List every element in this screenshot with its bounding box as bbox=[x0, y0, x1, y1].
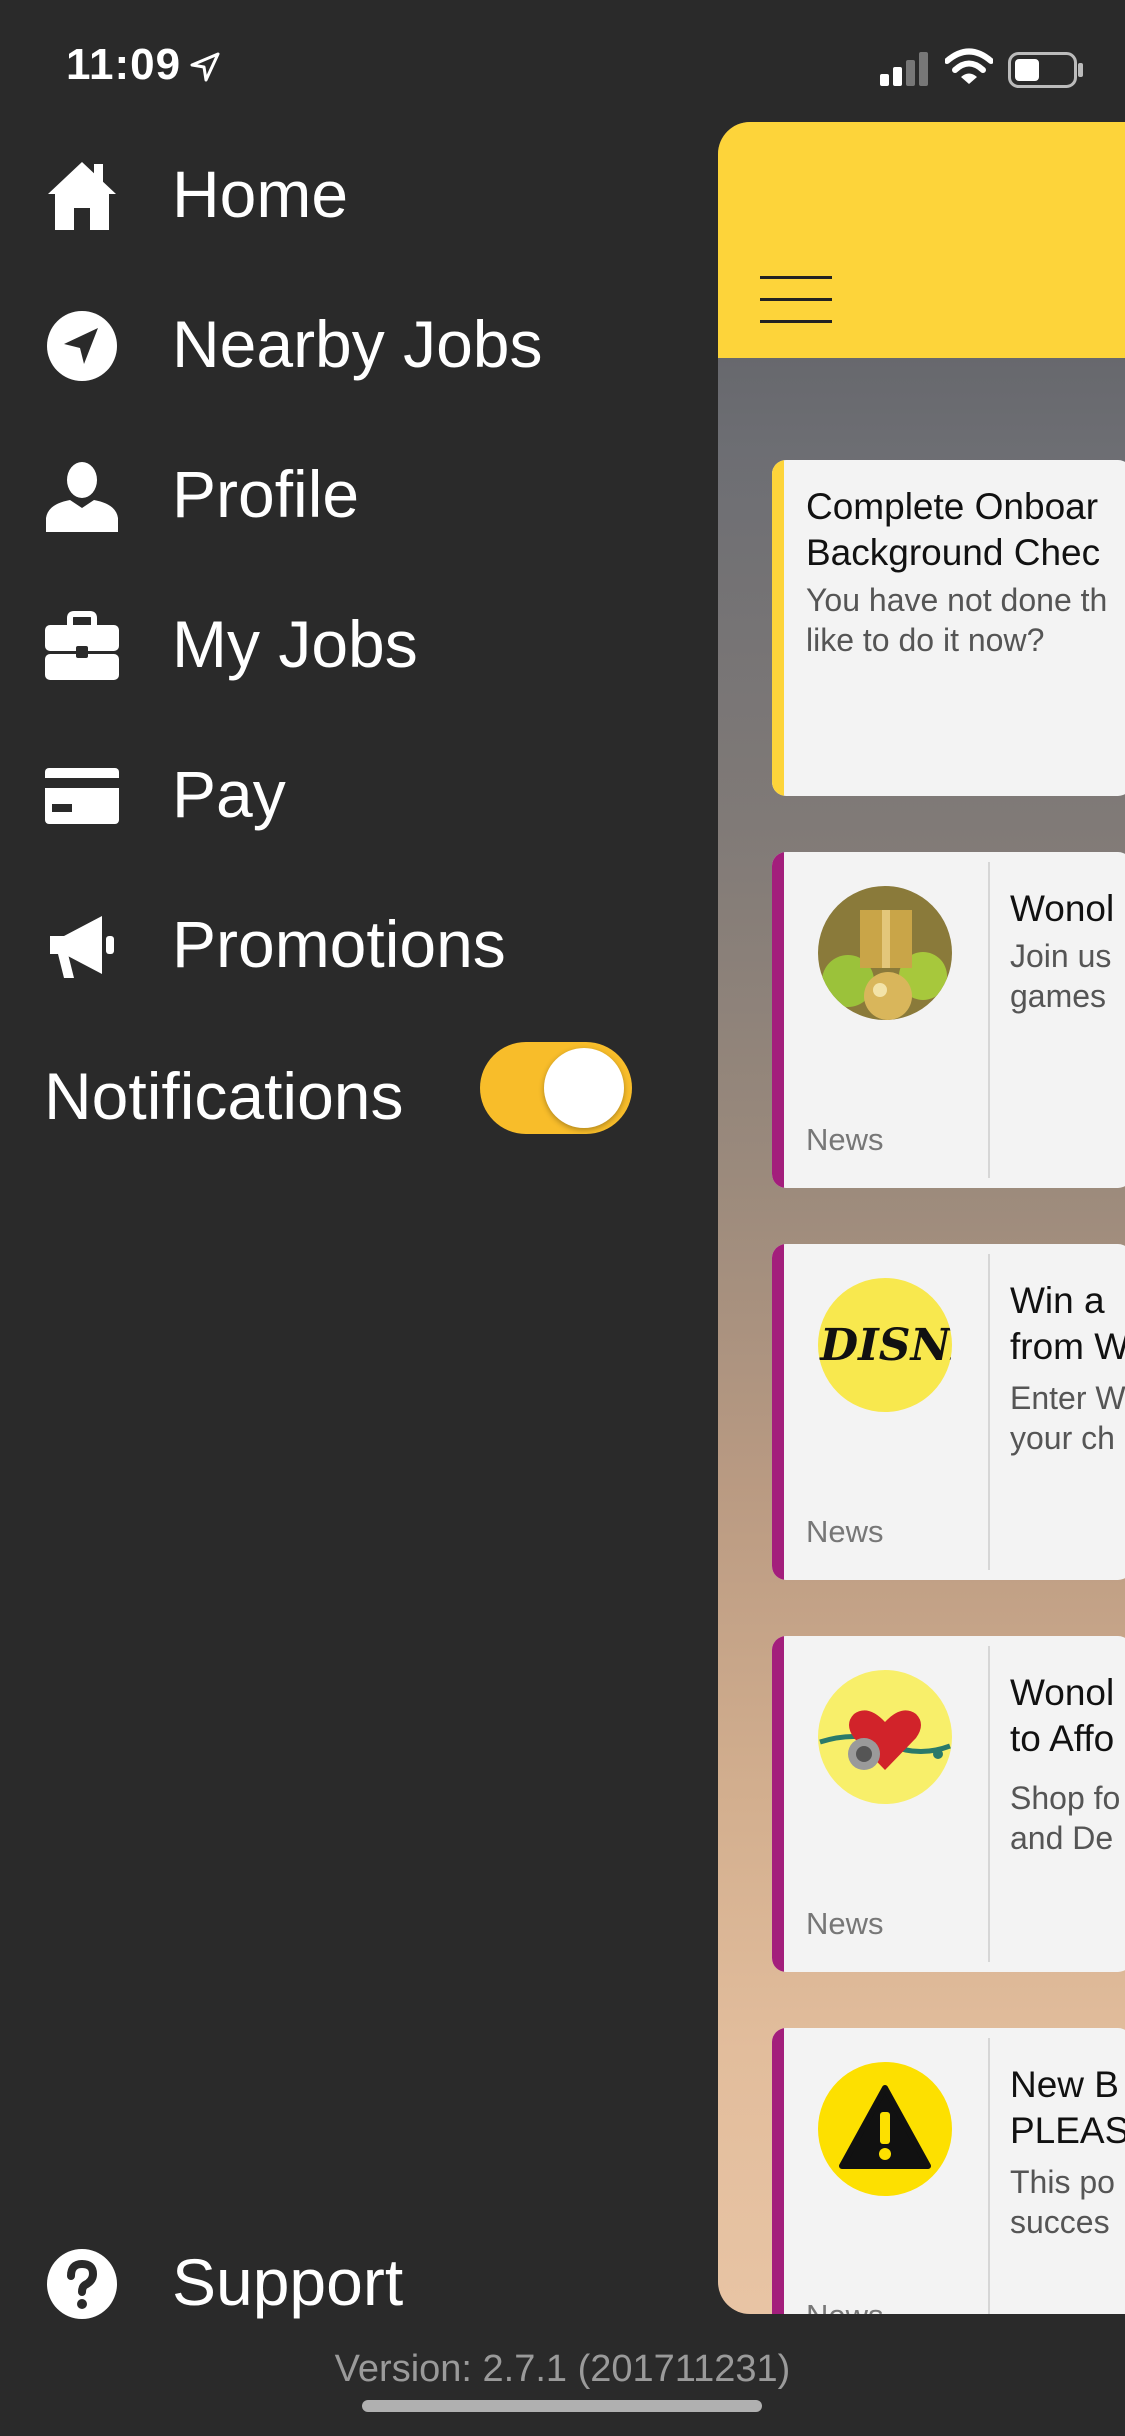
hamburger-menu-icon[interactable] bbox=[760, 276, 832, 324]
menu-item-label: Profile bbox=[172, 457, 360, 531]
card-divider bbox=[988, 1646, 990, 1962]
card-accent-strip bbox=[772, 460, 784, 796]
status-bar: 11:09 bbox=[0, 0, 1125, 130]
warning-icon bbox=[818, 2062, 952, 2196]
card-title: Background Chec bbox=[806, 532, 1101, 573]
card-tag: News bbox=[806, 1514, 884, 1549]
status-time: 11:09 bbox=[66, 40, 182, 89]
user-icon bbox=[44, 458, 120, 534]
svg-text:DISNE: DISNE bbox=[818, 1320, 952, 1371]
stethoscope-heart-image bbox=[818, 1670, 952, 1804]
briefcase-icon bbox=[44, 608, 120, 684]
news-card[interactable]: Wonol to Affo Shop fo and De News bbox=[772, 1636, 1125, 1972]
card-body: Enter W bbox=[1010, 1380, 1125, 1416]
home-icon bbox=[44, 158, 120, 234]
card-body: Shop fo bbox=[1010, 1780, 1121, 1816]
version-label: Version: 2.7.1 (201711231) bbox=[334, 2348, 791, 2390]
card-accent-strip bbox=[772, 1244, 784, 1580]
card-body: This po bbox=[1010, 2164, 1115, 2200]
card-body: and De bbox=[1010, 1820, 1114, 1856]
card-divider bbox=[988, 1254, 990, 1570]
menu-item-label: Home bbox=[172, 157, 349, 231]
card-accent-strip bbox=[772, 2028, 784, 2314]
news-card[interactable]: DISNE Win a from W Enter W your ch News bbox=[772, 1244, 1125, 1580]
location-services-icon bbox=[190, 52, 220, 87]
toggle-knob bbox=[544, 1048, 624, 1128]
credit-card-icon bbox=[44, 758, 120, 834]
card-body: Join us bbox=[1010, 938, 1112, 974]
menu-item-home[interactable]: Home bbox=[0, 120, 700, 270]
card-accent-strip bbox=[772, 1636, 784, 1972]
notifications-label: Notifications bbox=[44, 1059, 404, 1133]
card-title: Complete Onboar bbox=[806, 486, 1099, 527]
cellular-signal-icon bbox=[880, 52, 930, 91]
card-title: PLEAS bbox=[1010, 2110, 1125, 2151]
menu-item-label: Nearby Jobs bbox=[172, 307, 543, 381]
menu-item-pay[interactable]: Pay bbox=[0, 720, 700, 870]
card-tag: News bbox=[806, 2298, 884, 2314]
menu-item-promotions[interactable]: Promotions bbox=[0, 870, 700, 1020]
disney-logo: DISNE bbox=[818, 1278, 952, 1412]
menu-item-nearby-jobs[interactable]: Nearby Jobs bbox=[0, 270, 700, 420]
location-arrow-icon bbox=[44, 308, 120, 384]
card-tag: News bbox=[806, 1906, 884, 1941]
menu-item-label: My Jobs bbox=[172, 607, 418, 681]
notifications-toggle[interactable] bbox=[480, 1042, 632, 1134]
ornaments-image bbox=[818, 886, 952, 1020]
menu-item-label: Promotions bbox=[172, 907, 506, 981]
menu-item-label: Support bbox=[172, 2245, 404, 2319]
card-title: Win a bbox=[1010, 1280, 1105, 1321]
card-body: succes bbox=[1010, 2204, 1110, 2240]
main-screen-preview[interactable]: Complete Onboar Background Chec You have… bbox=[718, 122, 1125, 2314]
home-indicator[interactable] bbox=[362, 2400, 762, 2412]
card-title: from W bbox=[1010, 1326, 1125, 1367]
menu-item-profile[interactable]: Profile bbox=[0, 420, 700, 570]
battery-icon bbox=[1008, 52, 1084, 93]
card-title: New B bbox=[1010, 2064, 1119, 2105]
card-tag: News bbox=[806, 1122, 884, 1157]
card-title: Wonol bbox=[1010, 1672, 1115, 1713]
card-accent-strip bbox=[772, 852, 784, 1188]
question-circle-icon bbox=[44, 2246, 120, 2322]
card-body: You have not done th bbox=[806, 582, 1108, 618]
card-title: Wonol bbox=[1010, 888, 1115, 929]
onboarding-card[interactable]: Complete Onboar Background Chec You have… bbox=[772, 460, 1125, 796]
menu-item-support[interactable]: Support bbox=[0, 2208, 700, 2358]
app-header bbox=[718, 122, 1125, 358]
news-card[interactable]: Wonol Join us games News bbox=[772, 852, 1125, 1188]
megaphone-icon bbox=[44, 908, 120, 984]
card-title: to Affo bbox=[1010, 1718, 1115, 1759]
card-body: like to do it now? bbox=[806, 622, 1045, 658]
card-body: your ch bbox=[1010, 1420, 1115, 1456]
wifi-icon bbox=[944, 48, 994, 91]
card-divider bbox=[988, 2038, 990, 2314]
notifications-row: Notifications bbox=[0, 1020, 700, 1170]
menu-item-label: Pay bbox=[172, 757, 286, 831]
card-body: games bbox=[1010, 978, 1107, 1014]
card-divider bbox=[988, 862, 990, 1178]
news-card[interactable]: New B PLEAS This po succes News bbox=[772, 2028, 1125, 2314]
menu-item-my-jobs[interactable]: My Jobs bbox=[0, 570, 700, 720]
